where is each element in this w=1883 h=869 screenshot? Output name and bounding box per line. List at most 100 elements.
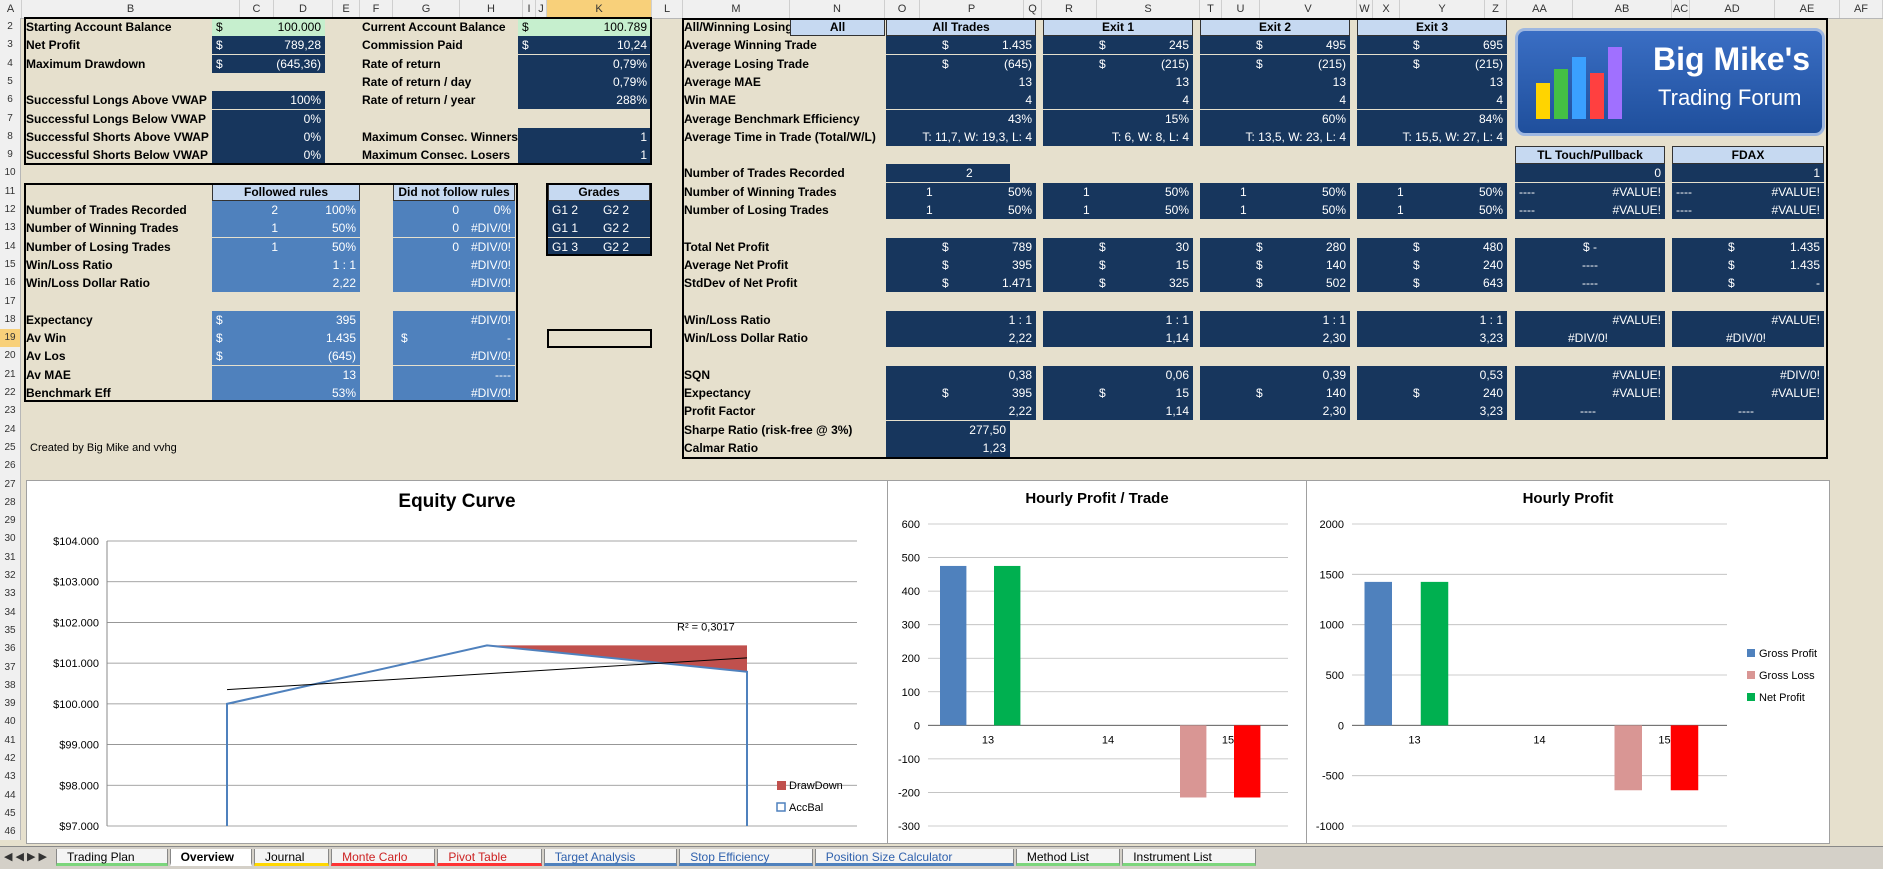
- fdax-value[interactable]: 1.435: [1672, 256, 1824, 274]
- fdax-value[interactable]: #VALUE!: [1722, 201, 1824, 219]
- row-header-46[interactable]: 46: [0, 823, 20, 841]
- row-header-35[interactable]: 35: [0, 622, 20, 640]
- sheet-tab-trading-plan[interactable]: Trading Plan: [56, 849, 168, 866]
- row-header-15[interactable]: 15: [0, 256, 20, 274]
- column-header-Z[interactable]: Z: [1485, 0, 1507, 18]
- tl-value[interactable]: #VALUE!: [1565, 182, 1665, 201]
- sheet-tab-journal[interactable]: Journal: [254, 849, 330, 866]
- row-header-22[interactable]: 22: [0, 384, 20, 402]
- row-header-9[interactable]: 9: [0, 146, 20, 164]
- column-header-C[interactable]: C: [240, 0, 274, 18]
- fdax-value[interactable]: 1: [1672, 164, 1824, 183]
- tl-value[interactable]: #DIV/0!: [1515, 329, 1665, 348]
- column-header-AF[interactable]: AF: [1840, 0, 1883, 18]
- fdax-value[interactable]: ----: [1672, 182, 1722, 201]
- tl-value[interactable]: ----: [1515, 255, 1665, 274]
- tl-value[interactable]: #VALUE!: [1515, 365, 1665, 384]
- fdax-value[interactable]: #DIV/0!: [1672, 365, 1824, 384]
- column-header-B[interactable]: B: [22, 0, 240, 18]
- row-header-36[interactable]: 36: [0, 640, 20, 658]
- row-header-7[interactable]: 7: [0, 110, 20, 128]
- tl-value[interactable]: ----: [1515, 274, 1665, 293]
- column-header-S[interactable]: S: [1097, 0, 1200, 18]
- column-header-P[interactable]: P: [920, 0, 1024, 18]
- row-header-30[interactable]: 30: [0, 530, 20, 548]
- column-header-V[interactable]: V: [1260, 0, 1357, 18]
- sheet-tab-stop-efficiency[interactable]: Stop Efficiency: [679, 849, 813, 866]
- row-header-43[interactable]: 43: [0, 768, 20, 786]
- sheet-tab-overview[interactable]: Overview: [169, 849, 252, 866]
- tl-value[interactable]: #VALUE!: [1515, 310, 1665, 329]
- fdax-value[interactable]: #VALUE!: [1672, 310, 1824, 329]
- column-header-O[interactable]: O: [885, 0, 920, 18]
- row-header-16[interactable]: 16: [0, 274, 20, 292]
- row-header-12[interactable]: 12: [0, 201, 20, 219]
- column-header-AB[interactable]: AB: [1573, 0, 1672, 18]
- column-header-W[interactable]: W: [1357, 0, 1373, 18]
- equity-curve-chart[interactable]: Equity Curve $97.000 $98.000 $99.000 $100.00…: [26, 480, 888, 844]
- row-header-3[interactable]: 3: [0, 36, 20, 54]
- row-header-19[interactable]: 19: [0, 329, 20, 348]
- fdax-value[interactable]: #DIV/0!: [1672, 329, 1824, 348]
- column-header-E[interactable]: E: [333, 0, 360, 18]
- row-header-37[interactable]: 37: [0, 659, 20, 677]
- tl-value[interactable]: 0: [1515, 164, 1665, 183]
- hourly-profit-trade-chart[interactable]: Hourly Profit / Trade -300 -200 -100 0 100 200…: [887, 480, 1307, 844]
- tl-value[interactable]: ----: [1515, 402, 1665, 421]
- fdax-value[interactable]: #VALUE!: [1672, 384, 1824, 402]
- row-header-5[interactable]: 5: [0, 73, 20, 91]
- tl-value[interactable]: ----: [1515, 182, 1565, 201]
- row-header-21[interactable]: 21: [0, 366, 20, 384]
- row-header-28[interactable]: 28: [0, 494, 20, 512]
- column-header-Q[interactable]: Q: [1024, 0, 1042, 18]
- row-header-13[interactable]: 13: [0, 219, 20, 237]
- tl-value[interactable]: $ -: [1515, 237, 1665, 256]
- tl-value[interactable]: #VALUE!: [1565, 201, 1665, 219]
- column-header-Y[interactable]: Y: [1400, 0, 1485, 18]
- column-header-D[interactable]: D: [274, 0, 333, 18]
- row-header-8[interactable]: 8: [0, 128, 20, 146]
- hourly-profit-chart[interactable]: Hourly Profit -1000 -500 0 500 1000 1500 2000 13…: [1306, 480, 1830, 844]
- column-header-R[interactable]: R: [1042, 0, 1097, 18]
- sheet-tab-target-analysis[interactable]: Target Analysis: [543, 849, 678, 866]
- sheet-tab-method-list[interactable]: Method List: [1015, 849, 1121, 866]
- column-header-AC[interactable]: AC: [1672, 0, 1690, 18]
- row-header-10[interactable]: 10: [0, 164, 20, 182]
- created-by-label[interactable]: Created by Big Mike and vvhg: [30, 439, 230, 457]
- row-header-40[interactable]: 40: [0, 713, 20, 731]
- row-header-29[interactable]: 29: [0, 512, 20, 530]
- sheet-tab-pivot-table[interactable]: Pivot Table: [437, 849, 542, 866]
- row-header-2[interactable]: 2: [0, 18, 20, 36]
- fdax-value[interactable]: ----: [1672, 402, 1824, 421]
- row-header-39[interactable]: 39: [0, 695, 20, 713]
- column-header-M[interactable]: M: [683, 0, 790, 18]
- column-header-AE[interactable]: AE: [1775, 0, 1840, 18]
- column-header-U[interactable]: U: [1222, 0, 1260, 18]
- column-header-T[interactable]: T: [1200, 0, 1222, 18]
- row-header-23[interactable]: 23: [0, 402, 20, 420]
- row-header-25[interactable]: 25: [0, 439, 20, 457]
- row-header-26[interactable]: 26: [0, 457, 20, 475]
- row-header-4[interactable]: 4: [0, 55, 20, 73]
- row-header-44[interactable]: 44: [0, 787, 20, 805]
- column-header-I[interactable]: I: [523, 0, 536, 18]
- row-header-33[interactable]: 33: [0, 585, 20, 603]
- column-header-F[interactable]: F: [360, 0, 393, 18]
- row-header-34[interactable]: 34: [0, 604, 20, 622]
- selected-cell[interactable]: [547, 329, 652, 349]
- column-header-J[interactable]: J: [536, 0, 547, 18]
- fdax-value[interactable]: -: [1672, 274, 1824, 292]
- tl-value[interactable]: #VALUE!: [1515, 384, 1665, 402]
- row-header-27[interactable]: 27: [0, 476, 20, 494]
- column-header-X[interactable]: X: [1373, 0, 1400, 18]
- row-header-24[interactable]: 24: [0, 421, 20, 439]
- column-header-G[interactable]: G: [393, 0, 460, 18]
- sheet-tab-monte-carlo[interactable]: Monte Carlo: [331, 849, 436, 866]
- row-header-17[interactable]: 17: [0, 293, 20, 311]
- row-header-45[interactable]: 45: [0, 805, 20, 823]
- row-header-20[interactable]: 20: [0, 347, 20, 365]
- column-header-A[interactable]: A: [0, 0, 22, 18]
- row-header-14[interactable]: 14: [0, 238, 20, 256]
- column-header-H[interactable]: H: [460, 0, 523, 18]
- tab-scroll-arrows[interactable]: ◀ ◀ ▶ ▶: [4, 850, 47, 863]
